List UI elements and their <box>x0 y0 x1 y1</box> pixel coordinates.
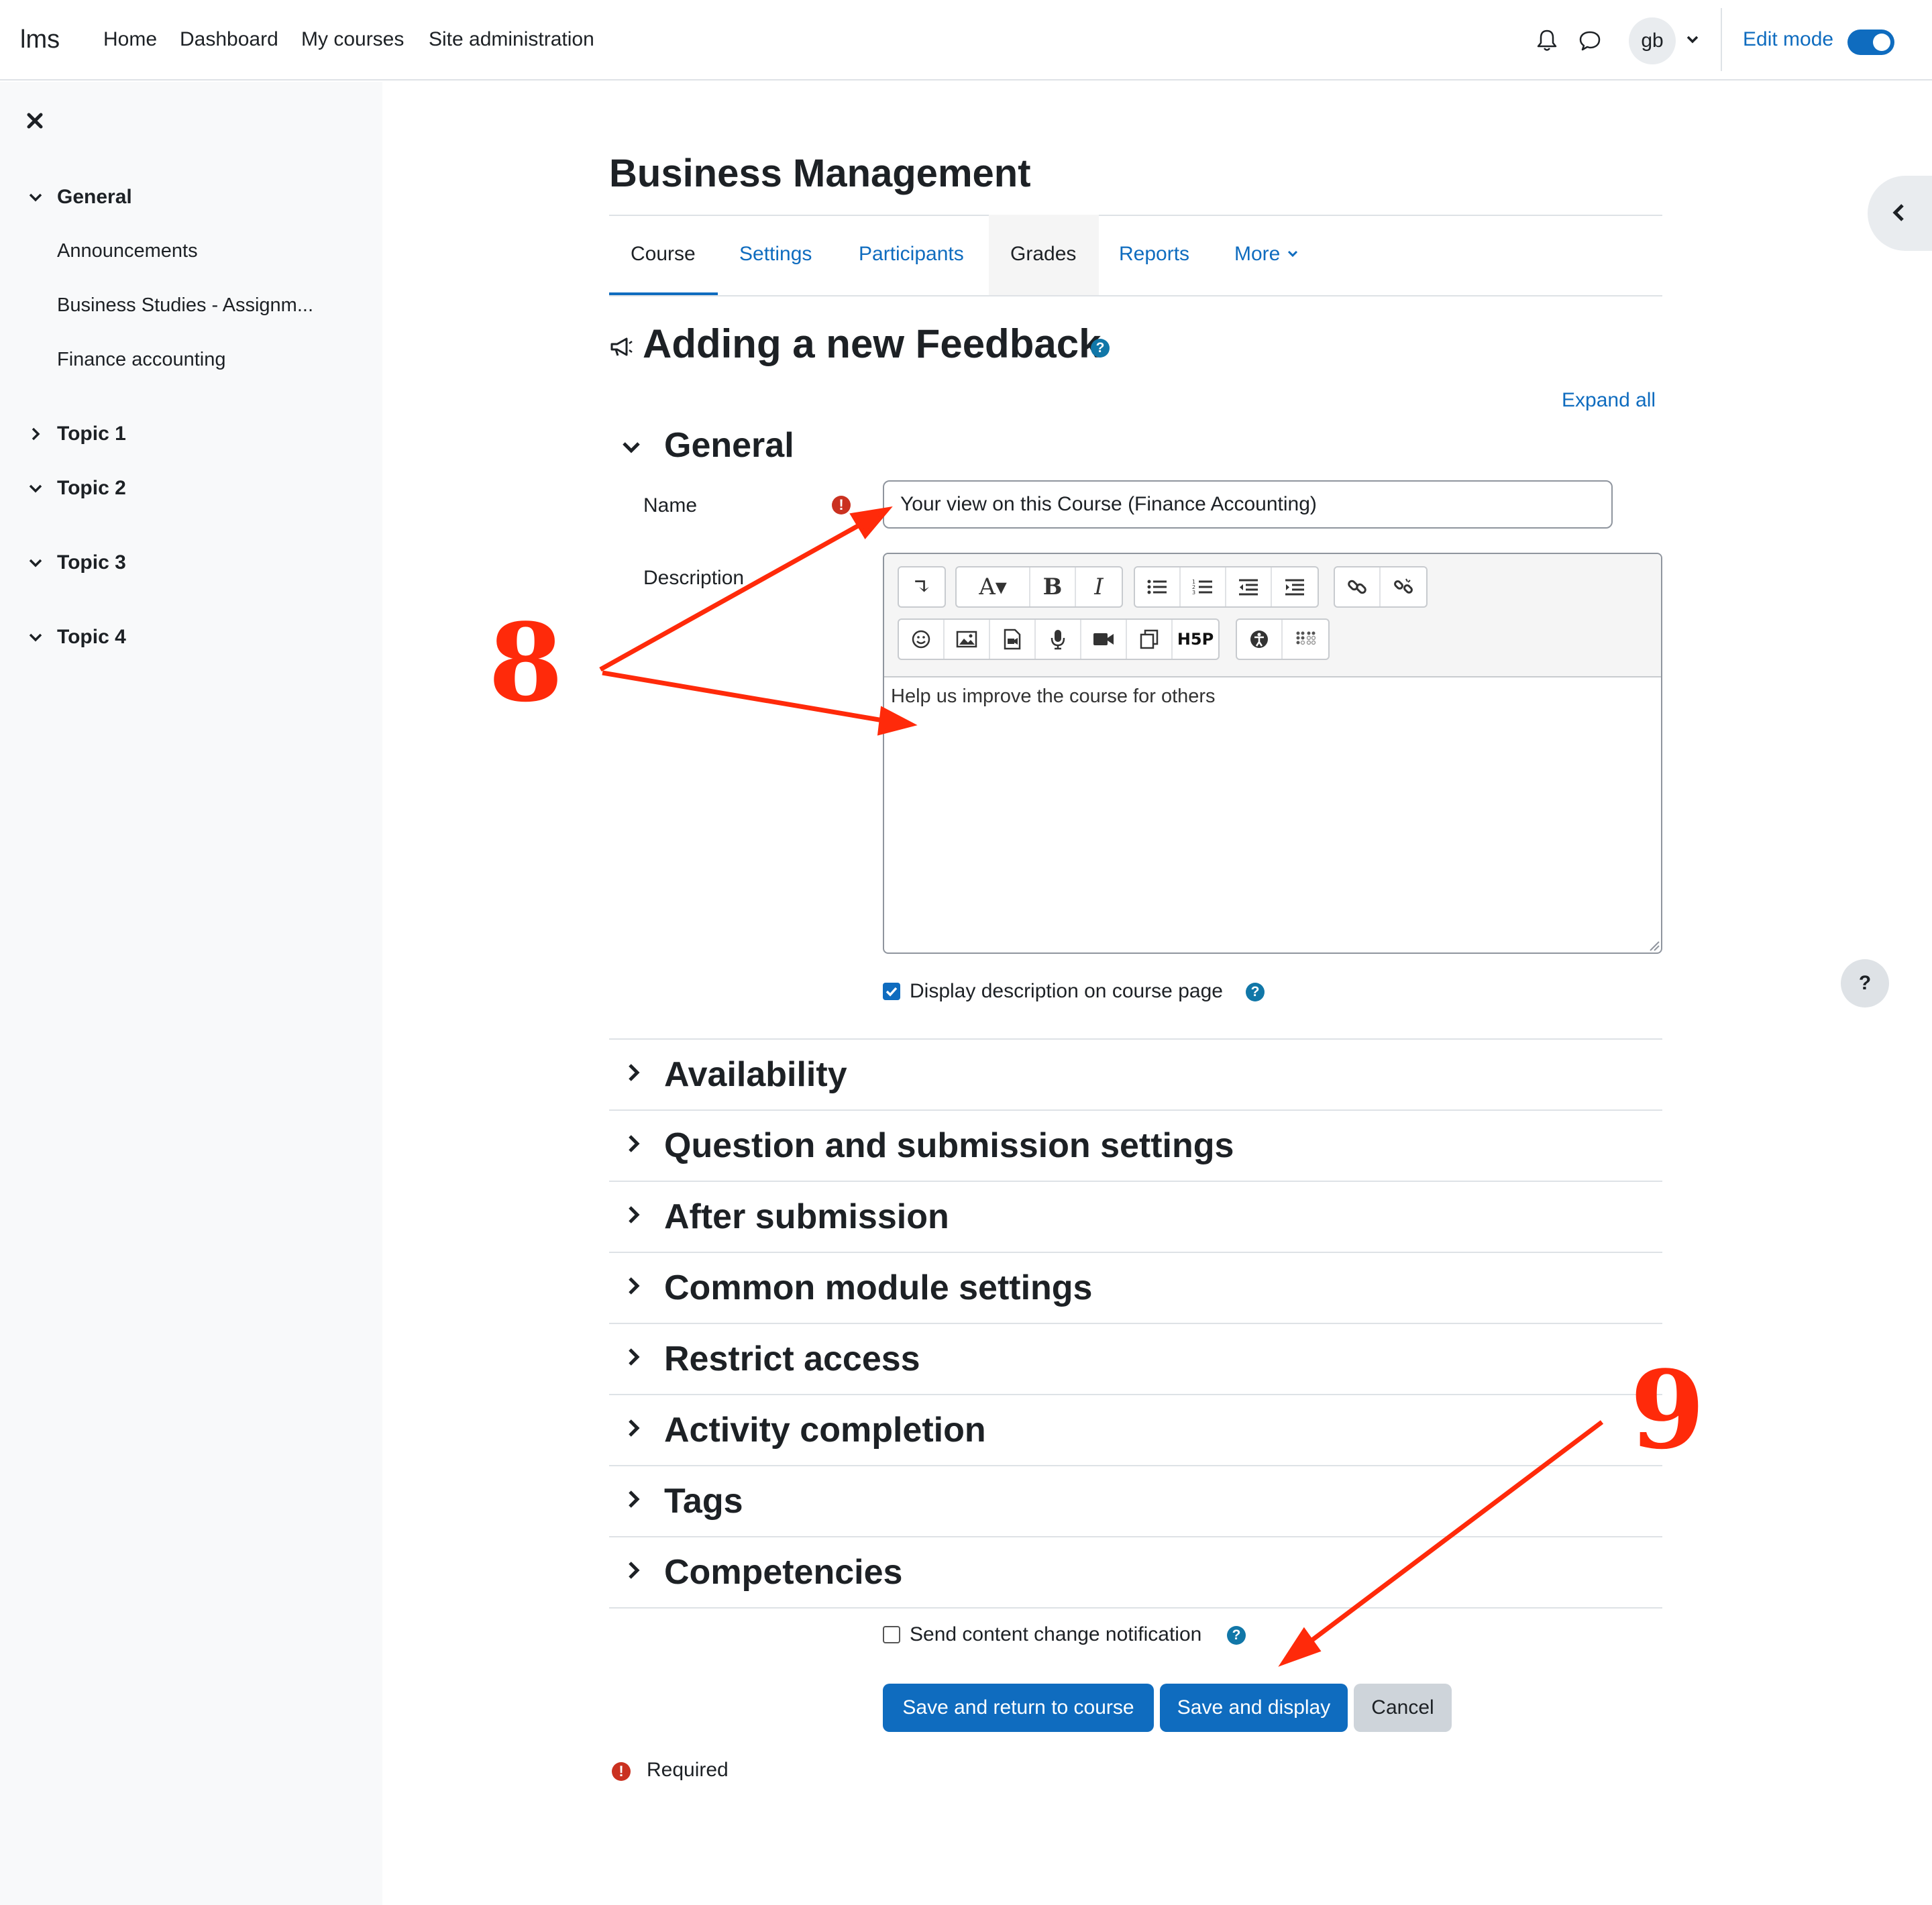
arrow-head <box>1278 1627 1322 1667</box>
arrow-head <box>849 506 893 540</box>
arrow-to-save-display <box>1299 1420 1604 1650</box>
arrow-to-name <box>599 517 870 672</box>
arrow-to-description <box>602 670 888 724</box>
annotation-arrows <box>599 506 1604 1667</box>
arrow-head <box>877 706 918 736</box>
